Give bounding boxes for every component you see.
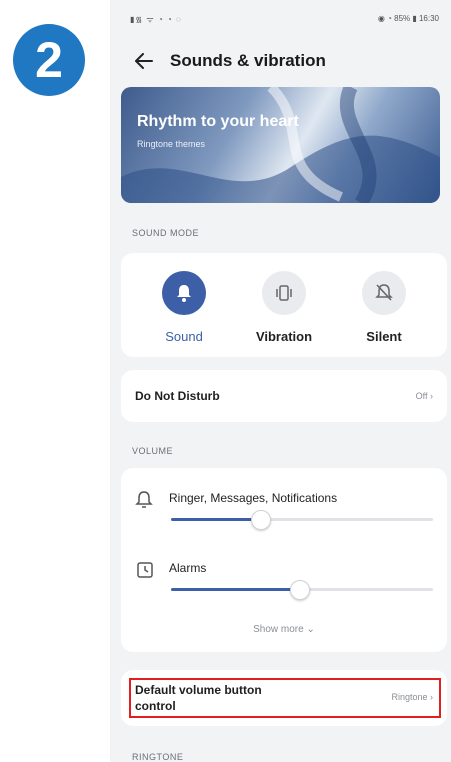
sound-mode-silent[interactable]: Silent xyxy=(334,271,434,344)
default-volume-value: Ringtone › xyxy=(391,692,433,702)
section-label-volume: VOLUME xyxy=(132,446,174,456)
default-volume-title-line1: Default volume button xyxy=(135,683,262,697)
section-label-sound-mode: SOUND MODE xyxy=(132,228,200,238)
step-number-badge: 2 xyxy=(13,24,85,96)
default-volume-title: Default volume button control xyxy=(135,682,262,714)
show-more-button[interactable]: Show more ⌄ xyxy=(121,624,447,635)
mode-label-vibration: Vibration xyxy=(255,329,313,344)
chevron-down-icon: ⌄ xyxy=(306,624,315,635)
chevron-right-icon: › xyxy=(430,692,433,702)
chevron-right-icon: › xyxy=(430,391,433,401)
volume-slider-ringer[interactable]: Ringer, Messages, Notifications xyxy=(121,482,447,542)
do-not-disturb-value: Off › xyxy=(416,391,433,401)
status-bar: ▮᯾ ᯤ ◔ ◔ ◌ ◉ ◔ 85% ▮ 16:30 xyxy=(110,8,451,28)
page-title: Sounds & vibration xyxy=(170,51,326,70)
vibration-icon xyxy=(262,271,306,315)
do-not-disturb-status: Off xyxy=(415,391,428,401)
do-not-disturb-row[interactable]: Do Not Disturb Off › xyxy=(121,370,447,422)
do-not-disturb-card[interactable]: Do Not Disturb Off › xyxy=(121,370,447,422)
volume-track-alarms[interactable] xyxy=(171,580,433,600)
alarm-clock-icon xyxy=(135,560,155,580)
mode-label-sound: Sound xyxy=(165,329,203,344)
default-volume-card[interactable]: Default volume button control Ringtone › xyxy=(121,670,447,726)
volume-thumb-alarms[interactable] xyxy=(290,580,311,600)
default-volume-value-text: Ringtone xyxy=(391,692,428,702)
volume-label-ringer: Ringer, Messages, Notifications xyxy=(169,491,338,505)
volume-track-ringer[interactable] xyxy=(171,510,433,530)
bell-off-icon xyxy=(362,271,406,315)
section-label-ringtone: RINGTONE xyxy=(132,752,184,762)
back-arrow-icon[interactable] xyxy=(130,47,158,75)
volume-fill-alarms xyxy=(171,588,300,591)
status-icons-right: ◉ ◔ 85% ▮ 16:30 xyxy=(377,14,439,23)
bell-icon xyxy=(135,490,155,510)
sound-mode-vibration[interactable]: Vibration xyxy=(234,271,334,344)
title-bar: Sounds & vibration xyxy=(110,44,451,78)
default-volume-title-line2: control xyxy=(135,699,176,713)
phone-screen: ▮᯾ ᯤ ◔ ◔ ◌ ◉ ◔ 85% ▮ 16:30 Sounds & vibr… xyxy=(110,0,451,762)
bell-icon xyxy=(162,271,206,315)
banner-title: Rhythm to your heart xyxy=(137,113,299,130)
volume-label-alarms: Alarms xyxy=(169,561,207,575)
ringtone-themes-banner[interactable]: Rhythm to your heart Ringtone themes xyxy=(121,87,440,203)
sound-mode-sound[interactable]: Sound xyxy=(134,271,234,344)
mode-label-silent: Silent xyxy=(366,329,402,344)
banner-subtitle: Ringtone themes xyxy=(137,139,206,149)
volume-thumb-ringer[interactable] xyxy=(251,510,272,530)
do-not-disturb-label: Do Not Disturb xyxy=(135,389,220,403)
volume-fill-ringer xyxy=(171,518,261,521)
show-more-label: Show more xyxy=(253,624,304,635)
volume-card: Ringer, Messages, Notifications Alarms S… xyxy=(121,468,447,652)
sound-mode-card: Sound Vibration Silent xyxy=(121,253,447,357)
volume-slider-alarms[interactable]: Alarms xyxy=(121,552,447,612)
status-icons-left: ▮᯾ ᯤ ◔ ◔ ◌ xyxy=(130,15,182,24)
